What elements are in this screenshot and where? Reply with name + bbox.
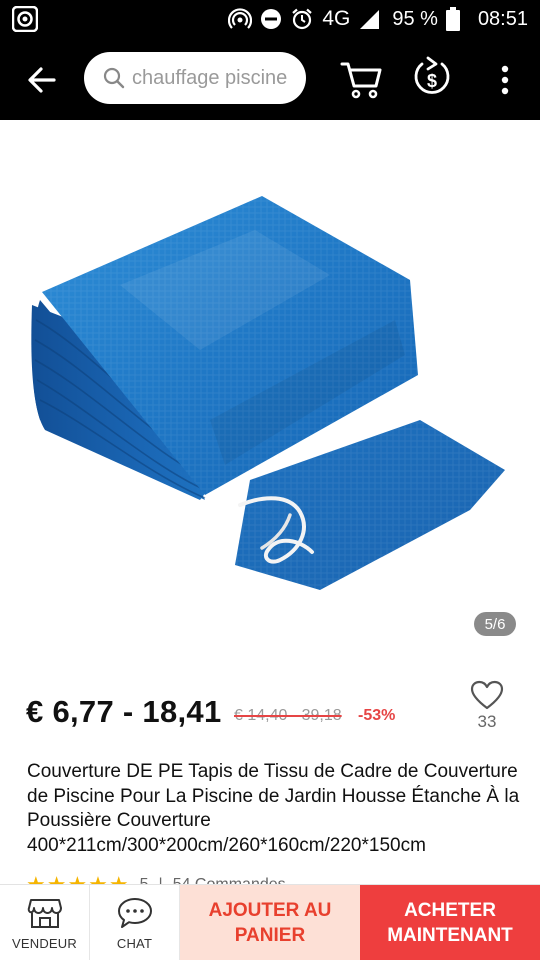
svg-text:$: $ — [427, 71, 437, 91]
top-bar: $ — [0, 38, 540, 120]
vendor-label: VENDEUR — [12, 935, 77, 951]
image-counter: 5/6 — [474, 612, 516, 636]
buy-now-label: ACHETER MAINTENANT — [387, 900, 513, 946]
search-icon — [103, 67, 125, 89]
heart-icon — [470, 680, 504, 710]
coins-refresh-icon[interactable]: $ — [412, 54, 452, 102]
cart-icon[interactable] — [338, 56, 384, 102]
chat-bubble-icon — [117, 897, 152, 928]
original-price: € 14,40 - 39,18 — [234, 707, 342, 724]
store-icon — [27, 898, 62, 928]
add-to-cart-label: AJOUTER AU PANIER — [208, 900, 332, 946]
product-title: Couverture DE PE Tapis de Tissu de Cadre… — [27, 761, 520, 856]
back-arrow-icon[interactable] — [22, 60, 62, 100]
search-input[interactable] — [132, 66, 302, 90]
chat-label: CHAT — [116, 935, 153, 951]
battery-percent: 95 % — [392, 7, 438, 30]
wishlist-count: 33 — [477, 712, 497, 731]
more-options-icon[interactable] — [490, 60, 520, 100]
wishlist-button[interactable]: 33 — [466, 680, 508, 740]
signal-icon — [360, 10, 380, 29]
do-not-disturb-icon — [261, 9, 282, 29]
battery-icon — [445, 7, 460, 31]
buy-now-button[interactable]: ACHETER MAINTENANT — [360, 885, 540, 960]
chat-button[interactable]: CHAT — [90, 885, 180, 960]
alarm-icon — [292, 8, 313, 30]
product-image[interactable] — [0, 120, 540, 650]
status-bar: 4G 95 % 08:51 — [0, 0, 540, 38]
search-box[interactable] — [84, 52, 306, 104]
app-notification-icon — [12, 6, 38, 32]
hotspot-icon — [228, 8, 253, 29]
add-to-cart-button[interactable]: AJOUTER AU PANIER — [180, 885, 360, 960]
bottom-action-bar: VENDEUR CHAT AJOUTER AU PANIER ACHETER M… — [0, 884, 540, 960]
discount-badge: -53% — [358, 707, 396, 724]
network-type: 4G — [322, 7, 351, 30]
vendor-button[interactable]: VENDEUR — [0, 885, 90, 960]
product-price: € 6,77 - 18,41 — [26, 694, 222, 729]
clock: 08:51 — [477, 7, 528, 30]
